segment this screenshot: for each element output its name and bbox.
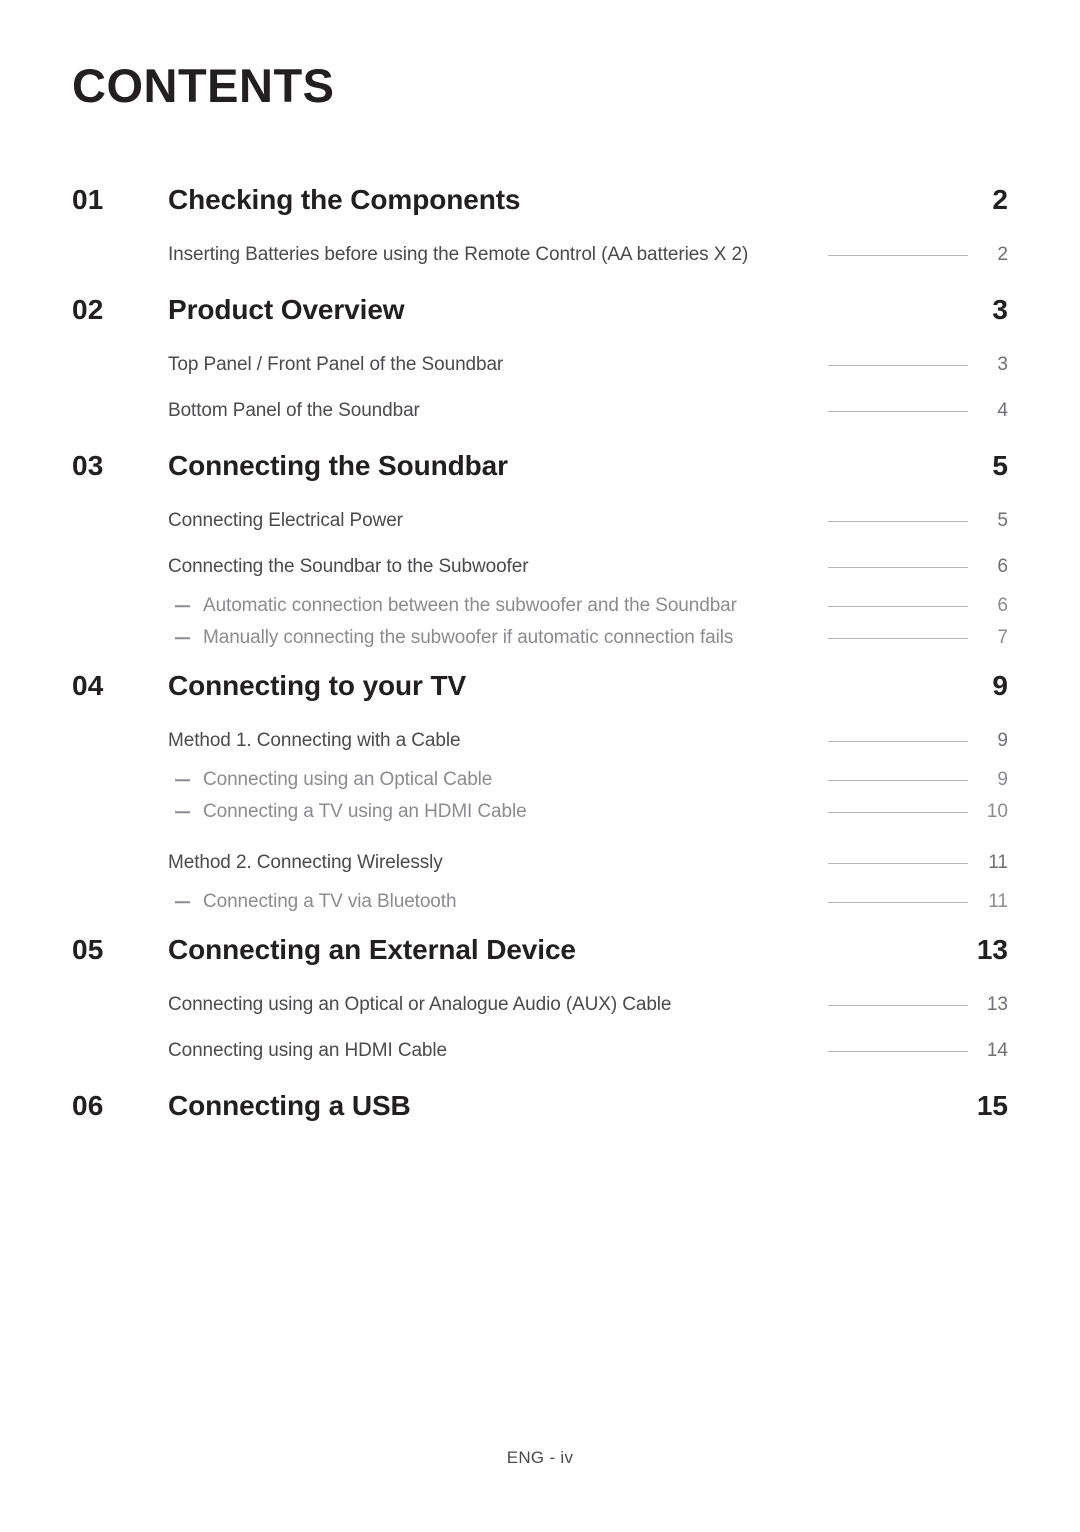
toc-entry[interactable]: Method 2. Connecting Wirelessly 11 (0, 840, 1080, 886)
toc-entry-label: Connecting using an Optical Cable (203, 769, 493, 790)
toc-entry[interactable]: Inserting Batteries before using the Rem… (0, 232, 1080, 278)
toc-section-number: 03 (72, 450, 104, 481)
toc-entry-label: Connecting using an Optical or Analogue … (168, 994, 672, 1015)
toc-entry-page-number: 6 (997, 595, 1008, 616)
toc-entry[interactable]: Connecting using an Optical or Analogue … (0, 982, 1080, 1028)
toc-section-heading[interactable]: 05 Connecting an External Device 13 (0, 918, 1080, 982)
toc-entry-page-number: 14 (986, 1040, 1008, 1061)
toc-entry-label: Method 2. Connecting Wirelessly (168, 852, 443, 873)
toc-entry-page-number: 11 (988, 891, 1008, 912)
toc-page: CONTENTS 01 Checking the Components 2 Inser… (0, 0, 1080, 1532)
toc-subentry[interactable]: Connecting a TV using an HDMI Cable 10 (0, 796, 1080, 828)
toc-section-title: Connecting a USB (168, 1090, 411, 1121)
toc-section-heading[interactable]: 04 Connecting to your TV 9 (0, 654, 1080, 718)
toc-entry-label: Connecting the Soundbar to the Subwoofer (168, 556, 529, 577)
toc-entry-label: Method 1. Connecting with a Cable (168, 730, 461, 751)
toc-entry-page-number: 7 (997, 627, 1008, 648)
toc-entry-page-number: 10 (986, 801, 1008, 822)
toc-entry-page-number: 4 (997, 400, 1008, 421)
page-footer: ENG - iv (506, 1448, 574, 1467)
toc-entry-page-number: 6 (997, 556, 1008, 577)
toc-section: 05 Connecting an External Device 13 Connect… (0, 918, 1080, 1074)
toc-entry-page-number: 9 (997, 769, 1008, 790)
toc-entry-page-number: 9 (997, 730, 1008, 751)
toc-entry-label: Connecting a TV via Bluetooth (203, 891, 457, 912)
toc-entry[interactable]: Bottom Panel of the Soundbar 4 (0, 388, 1080, 434)
dash-icon (175, 637, 190, 639)
toc-section: 01 Checking the Components 2 Inserting Batt… (0, 168, 1080, 278)
toc-entry-label: Connecting a TV using an HDMI Cable (203, 801, 527, 822)
toc-entry-label: Inserting Batteries before using the Rem… (168, 244, 749, 265)
toc-entry[interactable]: Connecting Electrical Power 5 (0, 498, 1080, 544)
toc-section-number: 01 (72, 184, 104, 215)
toc-entry-page-number: 3 (997, 354, 1008, 375)
toc-section-page-number: 5 (992, 450, 1008, 481)
toc-list: 01 Checking the Components 2 Inserting Batt… (0, 168, 1080, 1138)
toc-entry-page-number: 2 (997, 244, 1008, 265)
toc-entry-page-number: 13 (986, 994, 1008, 1015)
toc-section-number: 04 (72, 670, 104, 701)
toc-entry-page-number: 5 (997, 510, 1008, 531)
toc-entry[interactable]: Connecting the Soundbar to the Subwoofer… (0, 544, 1080, 590)
toc-section-page-number: 3 (992, 294, 1008, 325)
toc-entry-label: Bottom Panel of the Soundbar (168, 400, 420, 421)
toc-section-heading[interactable]: 06 Connecting a USB 15 (0, 1074, 1080, 1138)
toc-entry-label: Connecting using an HDMI Cable (168, 1040, 447, 1061)
page-title: CONTENTS (72, 59, 335, 112)
toc-entry-label: Connecting Electrical Power (168, 510, 403, 531)
toc-entry-page-number: 11 (988, 852, 1008, 873)
toc-entry[interactable]: Top Panel / Front Panel of the Soundbar 3 (0, 342, 1080, 388)
toc-entry[interactable]: Method 1. Connecting with a Cable 9 (0, 718, 1080, 764)
dash-icon (175, 811, 190, 813)
toc-section-number: 02 (72, 294, 104, 325)
toc-section-number: 05 (72, 934, 104, 965)
toc-section-title: Connecting an External Device (168, 934, 576, 965)
dash-icon (175, 901, 190, 903)
toc-section-heading[interactable]: 01 Checking the Components 2 (0, 168, 1080, 232)
toc-subentry[interactable]: Connecting a TV via Bluetooth 11 (0, 886, 1080, 918)
dash-icon (175, 605, 190, 607)
toc-section-page-number: 2 (992, 184, 1008, 215)
toc-section-title: Product Overview (168, 294, 405, 325)
toc-section-title: Checking the Components (168, 184, 521, 215)
toc-subentry[interactable]: Automatic connection between the subwoof… (0, 590, 1080, 622)
toc-section: 04 Connecting to your TV 9 Method 1. Connec… (0, 654, 1080, 918)
toc-entry-label: Automatic connection between the subwoof… (203, 595, 737, 616)
toc-section-page-number: 9 (992, 670, 1008, 701)
toc-entry-label: Top Panel / Front Panel of the Soundbar (168, 354, 504, 375)
toc-section: 06 Connecting a USB 15 (0, 1074, 1080, 1138)
toc-subentry[interactable]: Manually connecting the subwoofer if aut… (0, 622, 1080, 654)
toc-section-number: 06 (72, 1090, 104, 1121)
toc-section-title: Connecting to your TV (168, 670, 467, 701)
dash-icon (175, 779, 190, 781)
toc-section-heading[interactable]: 03 Connecting the Soundbar 5 (0, 434, 1080, 498)
toc-entry[interactable]: Connecting using an HDMI Cable 14 (0, 1028, 1080, 1074)
toc-section-page-number: 15 (976, 1090, 1008, 1121)
toc-subentry[interactable]: Connecting using an Optical Cable 9 (0, 764, 1080, 796)
toc-entry-label: Manually connecting the subwoofer if aut… (203, 627, 734, 648)
toc-section-heading[interactable]: 02 Product Overview 3 (0, 278, 1080, 342)
toc-section: 02 Product Overview 3 Top Panel / Front Pan… (0, 278, 1080, 434)
toc-section: 03 Connecting the Soundbar 5 Connecting Ele… (0, 434, 1080, 654)
toc-section-title: Connecting the Soundbar (168, 450, 508, 481)
toc-section-page-number: 13 (976, 934, 1008, 965)
